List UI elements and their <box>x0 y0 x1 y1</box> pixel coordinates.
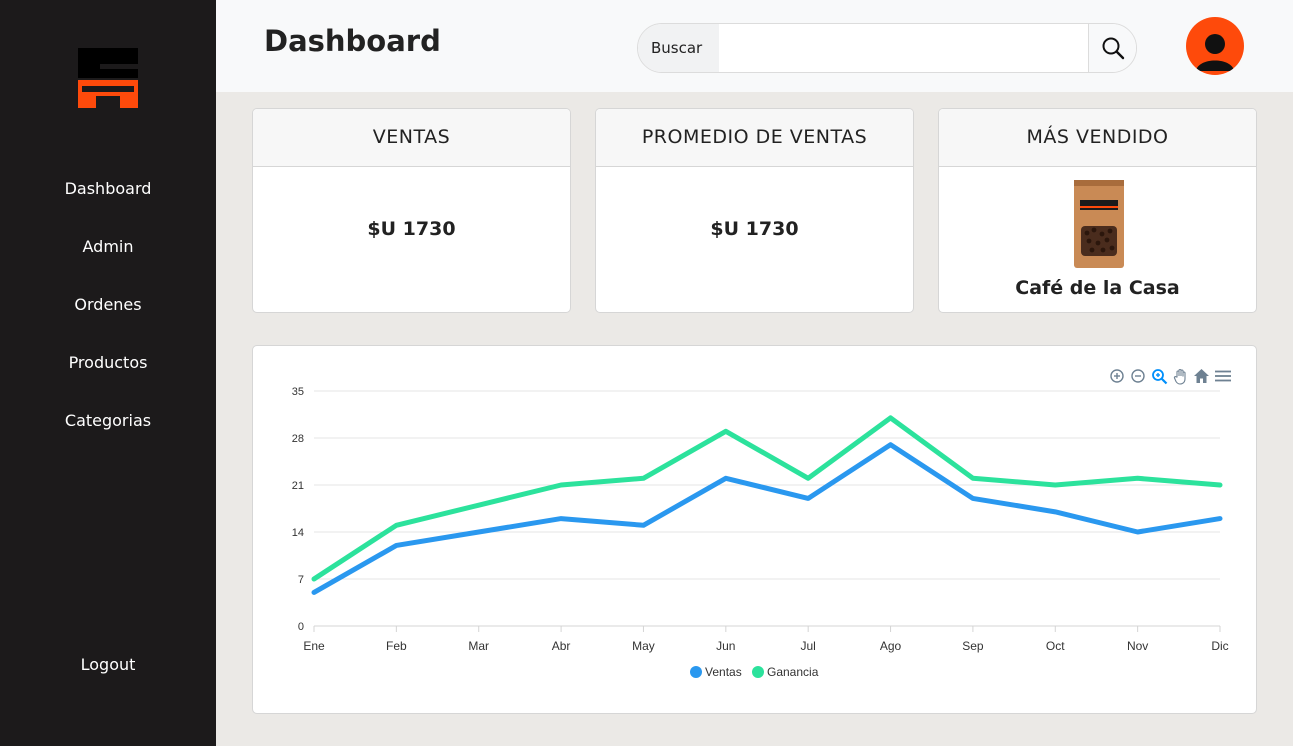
x-tick-label: Ago <box>880 639 902 653</box>
search-icon <box>1102 37 1125 60</box>
x-tick-label: Jul <box>801 639 816 653</box>
menu-icon[interactable] <box>1214 367 1232 385</box>
y-tick-label: 21 <box>292 480 304 492</box>
sidebar-item-ordenes[interactable]: Ordenes <box>0 286 216 344</box>
page-title: Dashboard <box>264 24 441 58</box>
search-label: Buscar <box>638 24 719 72</box>
user-avatar[interactable] <box>1186 17 1244 75</box>
search-input[interactable] <box>719 24 1088 72</box>
card-mas-vendido: MÁS VENDIDO Café de la Casa <box>938 108 1257 313</box>
series-line-ventas <box>311 442 1223 595</box>
chart-toolbar <box>1108 366 1232 386</box>
card-promedio-value: $U 1730 <box>710 218 799 240</box>
sidebar-item-categorias[interactable]: Categorias <box>0 402 216 460</box>
x-tick-label: Ene <box>303 639 325 653</box>
logout-link[interactable]: Logout <box>0 655 216 674</box>
sidebar-item-dashboard[interactable]: Dashboard <box>0 170 216 228</box>
brand-logo[interactable] <box>78 48 138 108</box>
y-tick-label: 0 <box>298 621 304 633</box>
zoom-out-icon[interactable] <box>1129 367 1147 385</box>
sidebar-item-admin[interactable]: Admin <box>0 228 216 286</box>
x-tick-label: Mar <box>468 639 489 653</box>
selection-zoom-icon[interactable] <box>1150 367 1168 385</box>
x-tick-label: Nov <box>1127 639 1148 653</box>
x-tick-label: Dic <box>1211 639 1228 653</box>
card-ventas: VENTAS $U 1730 <box>252 108 571 313</box>
x-tick-label: Oct <box>1046 639 1065 653</box>
card-promedio: PROMEDIO DE VENTAS $U 1730 <box>595 108 914 313</box>
y-tick-label: 28 <box>292 433 304 445</box>
series-line-ganancia <box>311 415 1223 582</box>
zoom-in-icon[interactable] <box>1108 367 1126 385</box>
legend-label-ganancia: Ganancia <box>767 665 819 679</box>
card-mas-vendido-title: MÁS VENDIDO <box>939 109 1256 167</box>
x-tick-label: May <box>632 639 655 653</box>
y-tick-label: 7 <box>298 574 304 586</box>
search-button[interactable] <box>1088 24 1136 72</box>
line-chart: 0 7 14 21 28 35 Ene Feb Mar Abr May Jun Jul Ago Sep Oct… <box>292 386 1229 679</box>
card-ventas-title: VENTAS <box>253 109 570 167</box>
top-bar: Dashboard Buscar <box>216 0 1293 92</box>
x-tick-label: Sep <box>962 639 984 653</box>
x-tick-label: Abr <box>552 639 571 653</box>
product-image <box>1074 180 1124 268</box>
y-tick-label: 35 <box>292 386 304 398</box>
pan-icon[interactable] <box>1172 367 1190 385</box>
user-icon <box>1196 34 1234 71</box>
y-tick-label: 14 <box>292 527 304 539</box>
x-tick-label: Jun <box>716 639 735 653</box>
chart-card: 0 7 14 21 28 35 Ene Feb Mar Abr May Jun Jul Ago Sep Oct… <box>252 345 1257 714</box>
home-icon[interactable] <box>1193 367 1211 385</box>
sidebar: Dashboard Admin Ordenes Productos Catego… <box>0 0 216 746</box>
x-tick-label: Feb <box>386 639 407 653</box>
legend-marker-ganancia <box>752 666 764 678</box>
card-promedio-title: PROMEDIO DE VENTAS <box>596 109 913 167</box>
sidebar-nav: Dashboard Admin Ordenes Productos Catego… <box>0 170 216 460</box>
card-ventas-value: $U 1730 <box>367 218 456 240</box>
legend-marker-ventas <box>690 666 702 678</box>
search-bar: Buscar <box>637 23 1137 73</box>
sidebar-item-productos[interactable]: Productos <box>0 344 216 402</box>
legend-label-ventas: Ventas <box>705 665 742 679</box>
product-name: Café de la Casa <box>1015 277 1180 299</box>
